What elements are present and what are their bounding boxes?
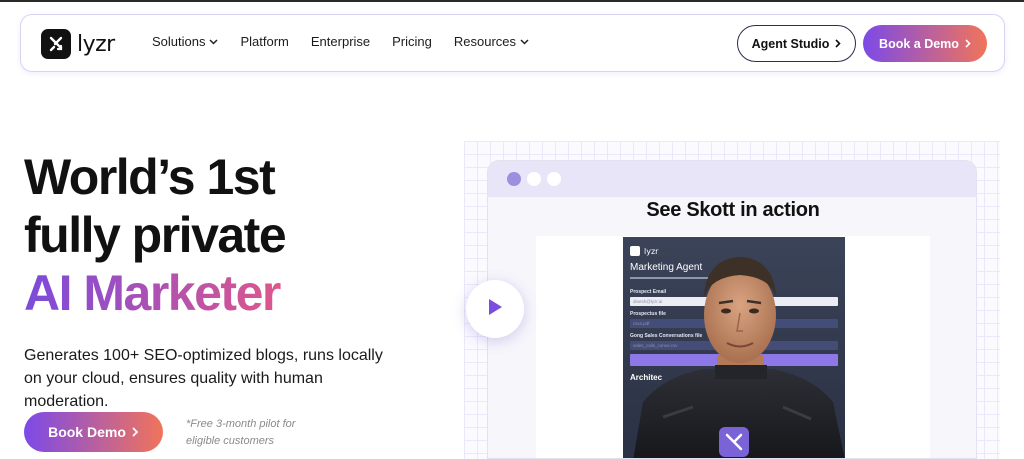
chevron-right-icon xyxy=(835,37,842,51)
book-demo-button[interactable]: Book Demo xyxy=(24,412,163,452)
pilot-note: *Free 3-month pilot for eligible custome… xyxy=(186,418,296,447)
top-border xyxy=(0,0,1024,2)
nav-pricing-label: Pricing xyxy=(392,34,432,49)
nav-enterprise[interactable]: Enterprise xyxy=(311,34,370,49)
lyzr-logo-icon xyxy=(41,29,71,59)
hero-title-line-3: AI Marketer xyxy=(24,264,285,322)
agent-studio-button[interactable]: Agent Studio xyxy=(737,25,856,62)
video-heading: See Skott in action xyxy=(646,199,820,221)
nav-platform-label: Platform xyxy=(240,34,289,49)
window-dot-icon xyxy=(547,172,561,186)
hero-title-line-2: fully private xyxy=(24,207,287,263)
nav-resources[interactable]: Resources xyxy=(454,34,529,49)
video-window: See Skott in action lyzr Marketing Agent… xyxy=(487,160,977,459)
play-icon xyxy=(487,298,503,321)
nav-links: Solutions Platform Enterprise Pricing Re… xyxy=(152,34,529,49)
hero-subtitle: Generates 100+ SEO-optimized blogs, runs… xyxy=(24,347,383,410)
nav-platform[interactable]: Platform xyxy=(240,34,288,49)
book-demo-label: Book Demo xyxy=(48,424,126,440)
logo[interactable]: lyzr xyxy=(41,29,115,59)
book-a-demo-button[interactable]: Book a Demo xyxy=(863,25,987,62)
presenter-avatar xyxy=(633,257,845,458)
chevron-right-icon xyxy=(965,37,971,51)
window-dot-icon xyxy=(507,172,521,186)
nav-enterprise-label: Enterprise xyxy=(310,34,371,49)
nav-pricing[interactable]: Pricing xyxy=(392,34,432,49)
nav-solutions-label: Solutions xyxy=(152,34,206,49)
chevron-right-icon xyxy=(132,424,139,440)
window-dot-icon xyxy=(527,172,541,186)
play-video-button[interactable] xyxy=(466,280,524,338)
chevron-down-icon xyxy=(520,38,529,45)
chevron-down-icon xyxy=(209,38,219,45)
nav-resources-label: Resources xyxy=(453,34,517,49)
hero-title: World’s 1st fully private AI Marketer xyxy=(24,148,287,322)
window-title-bar xyxy=(488,161,976,197)
book-a-demo-label: Book a Demo xyxy=(879,36,959,51)
nav-solutions[interactable]: Solutions xyxy=(152,34,219,49)
hero-title-line-1: World’s 1st xyxy=(24,149,276,205)
agent-studio-label: Agent Studio xyxy=(751,36,830,51)
logo-text: lyzr xyxy=(77,31,115,57)
video-frame[interactable]: lyzr Marketing Agent Prospect Email dine… xyxy=(623,237,845,458)
top-navbar: lyzr Solutions Platform Enterprise Prici… xyxy=(20,14,1005,72)
